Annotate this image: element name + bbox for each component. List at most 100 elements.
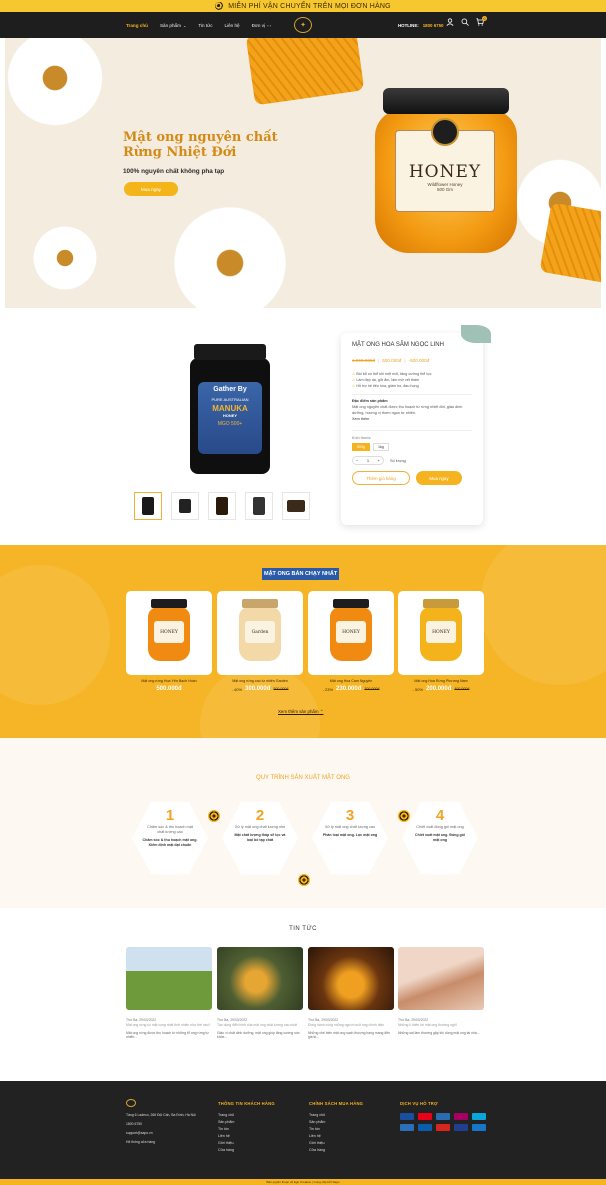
hero-title: Mật ong nguyên chất Rừng Nhiệt Đới bbox=[123, 130, 278, 160]
view-more-products-link[interactable]: Xem thêm sản phẩm ⌃ bbox=[278, 709, 323, 715]
footer-links: Trang chủ Sản phẩm Tin tức Liên hệ Giới … bbox=[309, 1112, 363, 1154]
process-step: 2 Xử lý mật ong chất lượng nhẹ Mật chất … bbox=[222, 802, 298, 874]
footer-link[interactable]: Tin tức bbox=[309, 1126, 363, 1133]
manuka-jar: Gather By PURE AUSTRALIAN MANUKA HONEY M… bbox=[190, 344, 270, 474]
footer-stores-link[interactable]: Hệ thống cửa hàng bbox=[126, 1139, 206, 1145]
product-name[interactable]: Mật ong rừng Hoa Yến Bạch Hoàn bbox=[119, 679, 219, 683]
step-number: 4 bbox=[435, 807, 445, 824]
news-card[interactable]: Thứ Ba, 29/03/2022 Những lí thiên lời mậ… bbox=[398, 947, 484, 1035]
nav-products[interactable]: Sản phẩm ⌄ bbox=[160, 23, 186, 28]
bee-icon bbox=[208, 810, 220, 822]
footer-link[interactable]: Cửa hàng bbox=[218, 1147, 275, 1154]
footer-link[interactable]: Giới thiệu bbox=[218, 1140, 275, 1147]
product-name[interactable]: Mật ong Hoa Cam Nguyên bbox=[301, 679, 401, 683]
news-headline[interactable]: Những lí thiên lời mật ong thường nghĩ bbox=[398, 1023, 484, 1028]
search-icon[interactable] bbox=[461, 18, 469, 26]
honeycomb-image bbox=[245, 38, 365, 106]
product-thumbnail[interactable] bbox=[208, 492, 236, 520]
header-icons: 0 bbox=[446, 16, 487, 26]
cart-count-badge: 0 bbox=[482, 16, 487, 21]
plus-icon[interactable]: + bbox=[378, 458, 380, 463]
footer-links: Trang chủ Sản phẩm Tin tức Liên hệ Giới … bbox=[218, 1112, 275, 1154]
product-price: - 50% 200.000đ 400.000đ bbox=[391, 686, 491, 692]
news-image[interactable] bbox=[308, 947, 394, 1010]
product-thumbnail[interactable] bbox=[282, 492, 310, 520]
footer-link[interactable]: Tin tức bbox=[218, 1126, 275, 1133]
main-nav: Trang chủ Sản phẩm ⌄ Tin tức Liên hệ Đơn… bbox=[126, 12, 271, 38]
jar-label-weight: 500 Gm bbox=[436, 187, 453, 192]
news-image[interactable] bbox=[217, 947, 303, 1010]
product-card[interactable]: Garden bbox=[217, 591, 303, 675]
quantity-value[interactable]: 1 bbox=[367, 458, 369, 463]
footer-link[interactable]: Sản phẩm bbox=[218, 1119, 275, 1126]
footer-link[interactable]: Sản phẩm bbox=[309, 1119, 363, 1126]
news-card[interactable]: Thứ Ba, 29/03/2022 Tác dụng điển hình củ… bbox=[217, 947, 303, 1040]
step-title: Chăm sóc & thu hoạch mật chất lượng cao bbox=[147, 825, 193, 834]
manuka-line3: HONEY bbox=[222, 413, 238, 418]
product-card[interactable]: HONEY bbox=[308, 591, 394, 675]
hero-buy-button[interactable]: Mua ngay bbox=[124, 182, 178, 196]
product-main-image[interactable]: Gather By PURE AUSTRALIAN MANUKA HONEY M… bbox=[154, 332, 304, 482]
news-headline[interactable]: Tác dụng điển hình của mật ong chất lượn… bbox=[217, 1023, 303, 1028]
add-to-cart-button[interactable]: Thêm giỏ hàng bbox=[352, 471, 410, 485]
footer-link[interactable]: Cửa hàng bbox=[309, 1147, 363, 1154]
jar-cap bbox=[151, 599, 187, 608]
product-thumbnail[interactable] bbox=[134, 492, 162, 520]
news-excerpt: Mật ong rừng được thu hoạch từ những tổ … bbox=[126, 1030, 209, 1040]
payment-logo bbox=[400, 1124, 414, 1131]
footer-email[interactable]: support@sapo.vn bbox=[126, 1130, 206, 1136]
nav-news[interactable]: Tin tức bbox=[198, 23, 212, 28]
product-detail-card: MẬT ONG HOA SÂM NGỌC LINH 1.000.000đ | 5… bbox=[341, 325, 491, 525]
user-icon[interactable] bbox=[446, 18, 454, 26]
product-name[interactable]: Mật ong Hoa Rừng Phương Nam bbox=[391, 679, 491, 683]
footer-logo-icon bbox=[126, 1099, 136, 1107]
nav-unit[interactable]: Đơn vị ‹ › bbox=[252, 23, 271, 28]
product-thumbnail[interactable] bbox=[245, 492, 273, 520]
footer-link[interactable]: Trang chủ bbox=[309, 1112, 363, 1119]
news-excerpt: Những chế biến mật ong sạch thượng hạng … bbox=[308, 1030, 390, 1040]
jar-lid bbox=[383, 88, 509, 114]
footer-link[interactable]: Giới thiệu bbox=[309, 1140, 363, 1147]
product-card[interactable]: HONEY bbox=[126, 591, 212, 675]
cart-button[interactable]: 0 bbox=[476, 16, 487, 26]
buy-now-button[interactable]: Mua ngay bbox=[416, 471, 462, 485]
minus-icon[interactable]: − bbox=[356, 458, 358, 463]
product-description: Đặc điểm sản phẩm Mật ong nguyên chất đư… bbox=[352, 394, 472, 422]
news-date: Thứ Ba, 29/03/2022 bbox=[126, 1018, 157, 1022]
pattern-decoration bbox=[480, 545, 606, 685]
size-options: 500g 1kg bbox=[352, 443, 472, 451]
footer-link[interactable]: Liên hệ bbox=[309, 1133, 363, 1140]
news-image[interactable] bbox=[398, 947, 484, 1010]
news-excerpt: Những sai lầm thường gặp khi dùng mật on… bbox=[398, 1030, 480, 1035]
product-thumbnail[interactable] bbox=[171, 492, 199, 520]
size-option[interactable]: 500g bbox=[352, 443, 370, 451]
copyright: Bản quyền thuộc về Ego Creative | Cung c… bbox=[0, 1179, 606, 1185]
description-text: Mật ong nguyên chất được thu hoạch từ rừ… bbox=[352, 405, 463, 415]
logo[interactable]: ✦ bbox=[292, 15, 314, 35]
price-discount: - 40% bbox=[231, 686, 243, 692]
nav-contact[interactable]: Liên hệ bbox=[225, 23, 240, 28]
hero-title-line1: Mật ong nguyên chất bbox=[123, 130, 278, 145]
news-card[interactable]: Thứ Ba, 29/03/2022 Đồng hành cùng những … bbox=[308, 947, 394, 1040]
news-card[interactable]: Thứ Ba, 29/03/2022 Mật ong rừng có mặt c… bbox=[126, 947, 212, 1040]
size-option[interactable]: 1kg bbox=[373, 443, 389, 451]
process-step: 4 Chiết xuất đóng gói mật ong Chiết xuất… bbox=[402, 802, 478, 874]
manuka-line2: MANUKA bbox=[212, 404, 248, 413]
promo-bar: MIỄN PHÍ VẬN CHUYỂN TRÊN MỌI ĐƠN HÀNG bbox=[0, 0, 606, 12]
news-headline[interactable]: Mật ong rừng có mặt cong nhất thời nhiên… bbox=[126, 1023, 212, 1028]
nav-home[interactable]: Trang chủ bbox=[126, 23, 148, 28]
footer-link[interactable]: Liên hệ bbox=[218, 1133, 275, 1140]
description-more-link[interactable]: Xem thêm bbox=[352, 416, 472, 422]
footer-contact: Tầng 6 Ladeco, 266 Đội Cấn, Ba Đình, Hà … bbox=[126, 1099, 206, 1145]
news-image[interactable] bbox=[126, 947, 212, 1010]
product-name[interactable]: Mật ong rừng cao tự nhiên Garden bbox=[210, 679, 310, 683]
footer-link[interactable]: Trang chủ bbox=[218, 1112, 275, 1119]
step-text: Chiết xuất mật ong. Đóng gói mật ong bbox=[415, 832, 465, 842]
news-headline[interactable]: Đồng hành cùng những người nuôi ong chín… bbox=[308, 1023, 394, 1028]
process-step: 3 Xử lý mật ong chất lượng cao Phân loại… bbox=[312, 802, 388, 874]
footer-phone[interactable]: 1800 6750 bbox=[126, 1121, 206, 1127]
hotline-number[interactable]: 1800 6750 bbox=[423, 23, 444, 28]
news-date: Thứ Ba, 29/03/2022 bbox=[308, 1018, 339, 1022]
product-card[interactable]: HONEY bbox=[398, 591, 484, 675]
product-actions: Thêm giỏ hàng Mua ngay bbox=[352, 471, 472, 485]
